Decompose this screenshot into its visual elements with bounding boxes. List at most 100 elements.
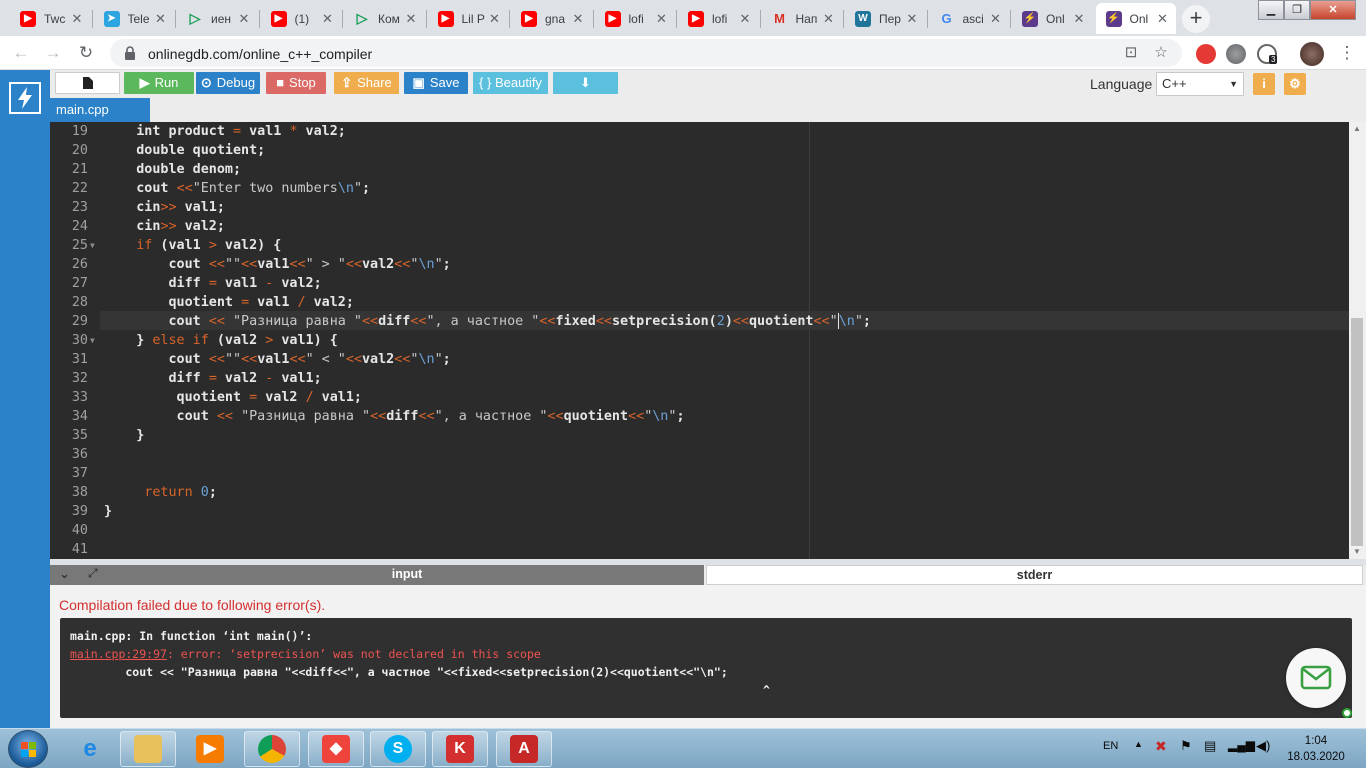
code-line[interactable]: 41	[50, 540, 1349, 559]
input-language[interactable]: EN	[1103, 740, 1118, 752]
feedback-mail-button[interactable]	[1286, 648, 1346, 708]
taskbar-clock[interactable]: 1:04 18.03.2020	[1286, 733, 1346, 765]
code-line[interactable]: 23 cin>> val1;	[50, 198, 1349, 217]
explorer-taskbar-button[interactable]	[120, 731, 176, 767]
debug-button[interactable]: ⊙ Debug	[196, 72, 260, 94]
code-line[interactable]: 20 double quotient;	[50, 141, 1349, 160]
code-editor[interactable]: 19 int product = val1 * val2; 20 double q…	[50, 122, 1349, 559]
code-line[interactable]: 25 ▼ if (val1 > val2) {	[50, 236, 1349, 255]
code-line[interactable]: 31 cout <<""<<val1<<" < "<<val2<<"\n";	[50, 350, 1349, 369]
browser-tab[interactable]: Gasci ✕	[929, 3, 1009, 34]
browser-tab[interactable]: ▶ Lil P ✕	[428, 3, 508, 34]
start-button[interactable]	[8, 730, 48, 768]
browser-tab[interactable]: ▶ lofi ✕	[595, 3, 675, 34]
code-line[interactable]: 33 quotient = val2 / val1;	[50, 388, 1349, 407]
code-line[interactable]: 21 double denom;	[50, 160, 1349, 179]
input-tab[interactable]: input	[110, 565, 704, 585]
browser-tab[interactable]: M Нап ✕	[762, 3, 842, 34]
fold-arrow-icon[interactable]: ▼	[90, 236, 95, 255]
close-window-button[interactable]: ✕	[1310, 0, 1356, 20]
chrome-taskbar-button[interactable]	[244, 731, 300, 767]
share-button[interactable]: ⇪ Share	[334, 72, 399, 94]
download-button[interactable]: ⬇	[553, 72, 618, 94]
settings-gear-icon[interactable]: ⚙	[1284, 73, 1306, 95]
tab-close-icon[interactable]: ✕	[989, 11, 1003, 27]
onlinegdb-logo-icon[interactable]	[9, 82, 41, 114]
eye-extension-icon[interactable]: 3	[1257, 44, 1278, 64]
scroll-down-icon[interactable]: ▼	[1353, 547, 1361, 556]
code-line[interactable]: 27 diff = val1 - val2;	[50, 274, 1349, 293]
tab-close-icon[interactable]: ✕	[404, 11, 418, 27]
code-line[interactable]: 38 return 0;	[50, 483, 1349, 502]
device-tray-icon[interactable]: ▤	[1204, 738, 1216, 754]
browser-tab[interactable]: ⚡ Onl ✕	[1012, 3, 1092, 34]
anydesk-taskbar-button[interactable]: ◆	[308, 731, 364, 767]
browser-tab[interactable]: ⚡ Onl ✕	[1095, 3, 1176, 34]
media-player-taskbar-button[interactable]: ▶	[182, 731, 238, 767]
code-line[interactable]: 19 int product = val1 * val2;	[50, 122, 1349, 141]
code-line[interactable]: 39}	[50, 502, 1349, 521]
new-file-button[interactable]	[55, 72, 120, 94]
code-line[interactable]: 22 cout <<"Enter two numbers\n";	[50, 179, 1349, 198]
lock-icon[interactable]	[122, 45, 138, 61]
reload-button[interactable]: ↻	[75, 43, 97, 65]
new-tab-button[interactable]: +	[1182, 5, 1210, 33]
code-line[interactable]: 30 ▼ } else if (val2 > val1) {	[50, 331, 1349, 350]
code-line[interactable]: 34 cout << "Разница равна "<<diff<<", а …	[50, 407, 1349, 426]
tab-close-icon[interactable]: ✕	[70, 11, 84, 27]
stop-button[interactable]: ■ Stop	[266, 72, 326, 94]
run-button[interactable]: ▶ Run	[124, 72, 194, 94]
minimize-button[interactable]: ▁	[1258, 0, 1284, 20]
code-line[interactable]: 28 quotient = val1 / val2;	[50, 293, 1349, 312]
code-line[interactable]: 32 diff = val2 - val1;	[50, 369, 1349, 388]
code-line[interactable]: 40	[50, 521, 1349, 540]
flag-tray-icon[interactable]: ⚑	[1180, 738, 1192, 754]
browser-tab[interactable]: ▶ gna ✕	[511, 3, 591, 34]
tab-close-icon[interactable]: ✕	[738, 11, 752, 27]
browser-tab[interactable]: W Пер ✕	[845, 3, 925, 34]
forward-button[interactable]: →	[42, 43, 64, 65]
acrobat-taskbar-button[interactable]: A	[496, 731, 552, 767]
bookmark-star-icon[interactable]: ☆	[1152, 44, 1170, 62]
fold-arrow-icon[interactable]: ▼	[90, 331, 95, 350]
ie-taskbar-button[interactable]: e	[62, 731, 118, 767]
tab-close-icon[interactable]: ✕	[822, 11, 836, 27]
code-line[interactable]: 24 cin>> val2;	[50, 217, 1349, 236]
tray-expand-icon[interactable]: ▲	[1134, 739, 1143, 749]
tab-close-icon[interactable]: ✕	[1156, 11, 1170, 27]
tab-close-icon[interactable]: ✕	[321, 11, 335, 27]
collapse-chevron-icon[interactable]: ⌄	[59, 566, 70, 582]
beautify-button[interactable]: { } Beautify	[473, 72, 548, 94]
kaspersky-taskbar-button[interactable]: K	[432, 731, 488, 767]
expand-panel-icon[interactable]: ⤢	[88, 566, 98, 581]
code-line[interactable]: 26 cout <<""<<val1<<" > "<<val2<<"\n";	[50, 255, 1349, 274]
browser-tab[interactable]: ▶ Twc ✕	[10, 3, 90, 34]
tab-close-icon[interactable]: ✕	[488, 11, 502, 27]
kaspersky-tray-icon[interactable]: ✖	[1155, 738, 1167, 755]
browser-tab[interactable]: ▷ Ком ✕	[344, 3, 424, 34]
tab-close-icon[interactable]: ✕	[571, 11, 585, 27]
stderr-tab[interactable]: stderr	[706, 565, 1363, 585]
tab-close-icon[interactable]: ✕	[655, 11, 669, 27]
browser-tab[interactable]: ➤ Tele ✕	[94, 3, 174, 34]
save-button[interactable]: ▣ Save	[404, 72, 468, 94]
code-line[interactable]: 37	[50, 464, 1349, 483]
tab-close-icon[interactable]: ✕	[1072, 11, 1086, 27]
url-field[interactable]: onlinegdb.com/online_c++_compiler ⊡ ☆	[110, 39, 1182, 67]
browser-tab[interactable]: ▶ lofi ✕	[678, 3, 758, 34]
back-button[interactable]: ←	[10, 43, 32, 65]
opera-extension-icon[interactable]	[1196, 44, 1216, 64]
volume-icon[interactable]: ◀)	[1256, 738, 1270, 754]
file-tab-main-cpp[interactable]: main.cpp	[50, 98, 150, 122]
editor-scrollbar[interactable]: ▲ ▼	[1349, 122, 1366, 559]
browser-tab[interactable]: ▷ иен ✕	[177, 3, 257, 34]
tab-close-icon[interactable]: ✕	[237, 11, 251, 27]
tab-close-icon[interactable]: ✕	[905, 11, 919, 27]
tab-close-icon[interactable]: ✕	[154, 11, 168, 27]
error-location-link[interactable]: main.cpp:29:97	[70, 647, 167, 661]
code-line[interactable]: 35 }	[50, 426, 1349, 445]
scroll-up-icon[interactable]: ▲	[1353, 124, 1361, 133]
chrome-menu-icon[interactable]: ⋮	[1336, 43, 1358, 65]
browser-tab[interactable]: ▶ (1) ✕	[261, 3, 341, 34]
code-line[interactable]: 36	[50, 445, 1349, 464]
